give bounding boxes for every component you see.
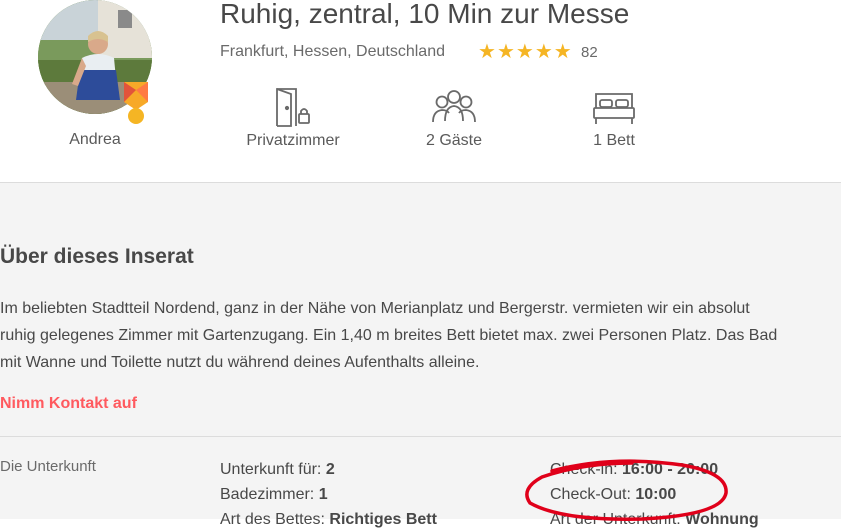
description-line: mit Wanne und Toilette nutzt du während … [0, 354, 480, 371]
feature-label: 1 Bett [593, 132, 635, 149]
listing-location[interactable]: Frankfurt, Hessen, Deutschland [220, 43, 445, 61]
description: Im beliebten Stadtteil Nordend, ganz in … [0, 295, 777, 376]
about-heading: Über dieses Inserat [0, 245, 194, 268]
feature-room-type: Privatzimmer [240, 84, 346, 150]
feature-label: Privatzimmer [246, 132, 340, 149]
host-name[interactable]: Andrea [40, 131, 150, 149]
space-item-bed-type: Art des Bettes: Richtiges Bett [220, 511, 437, 528]
space-left-column: Unterkunft für: 2 Badezimmer: 1 Art des … [220, 457, 437, 532]
space-section-label: Die Unterkunft [0, 458, 96, 475]
space-item-guests: Unterkunft für: 2 [220, 461, 335, 478]
annotation-circle [525, 459, 728, 521]
guests-icon [410, 84, 498, 128]
feature-beds: 1 Bett [574, 84, 654, 150]
star-icon: ★ [478, 41, 496, 63]
listing-header: Andrea Ruhig, zentral, 10 Min zur Messe … [0, 0, 841, 183]
review-count[interactable]: 82 [581, 44, 598, 61]
contact-host-link[interactable]: Nimm Kontakt auf [0, 395, 137, 413]
feature-guests: 2 Gäste [410, 84, 498, 150]
rating-stars[interactable]: ★ ★ ★ ★ ★ [478, 41, 572, 63]
star-icon: ★ [534, 41, 553, 63]
star-icon: ★ [515, 41, 534, 63]
divider [0, 436, 841, 437]
description-line: ruhig gelegenes Zimmer mit Gartenzugang.… [0, 327, 778, 344]
listing-title: Ruhig, zentral, 10 Min zur Messe [220, 0, 630, 29]
star-icon: ★ [553, 41, 572, 63]
space-item-bathrooms: Badezimmer: 1 [220, 486, 328, 503]
feature-label: 2 Gäste [425, 132, 483, 149]
star-icon: ★ [496, 41, 515, 63]
bed-icon [574, 84, 654, 128]
door-lock-icon [240, 84, 346, 128]
superhost-medal-icon [122, 80, 150, 131]
description-line: Im beliebten Stadtteil Nordend, ganz in … [0, 300, 750, 317]
